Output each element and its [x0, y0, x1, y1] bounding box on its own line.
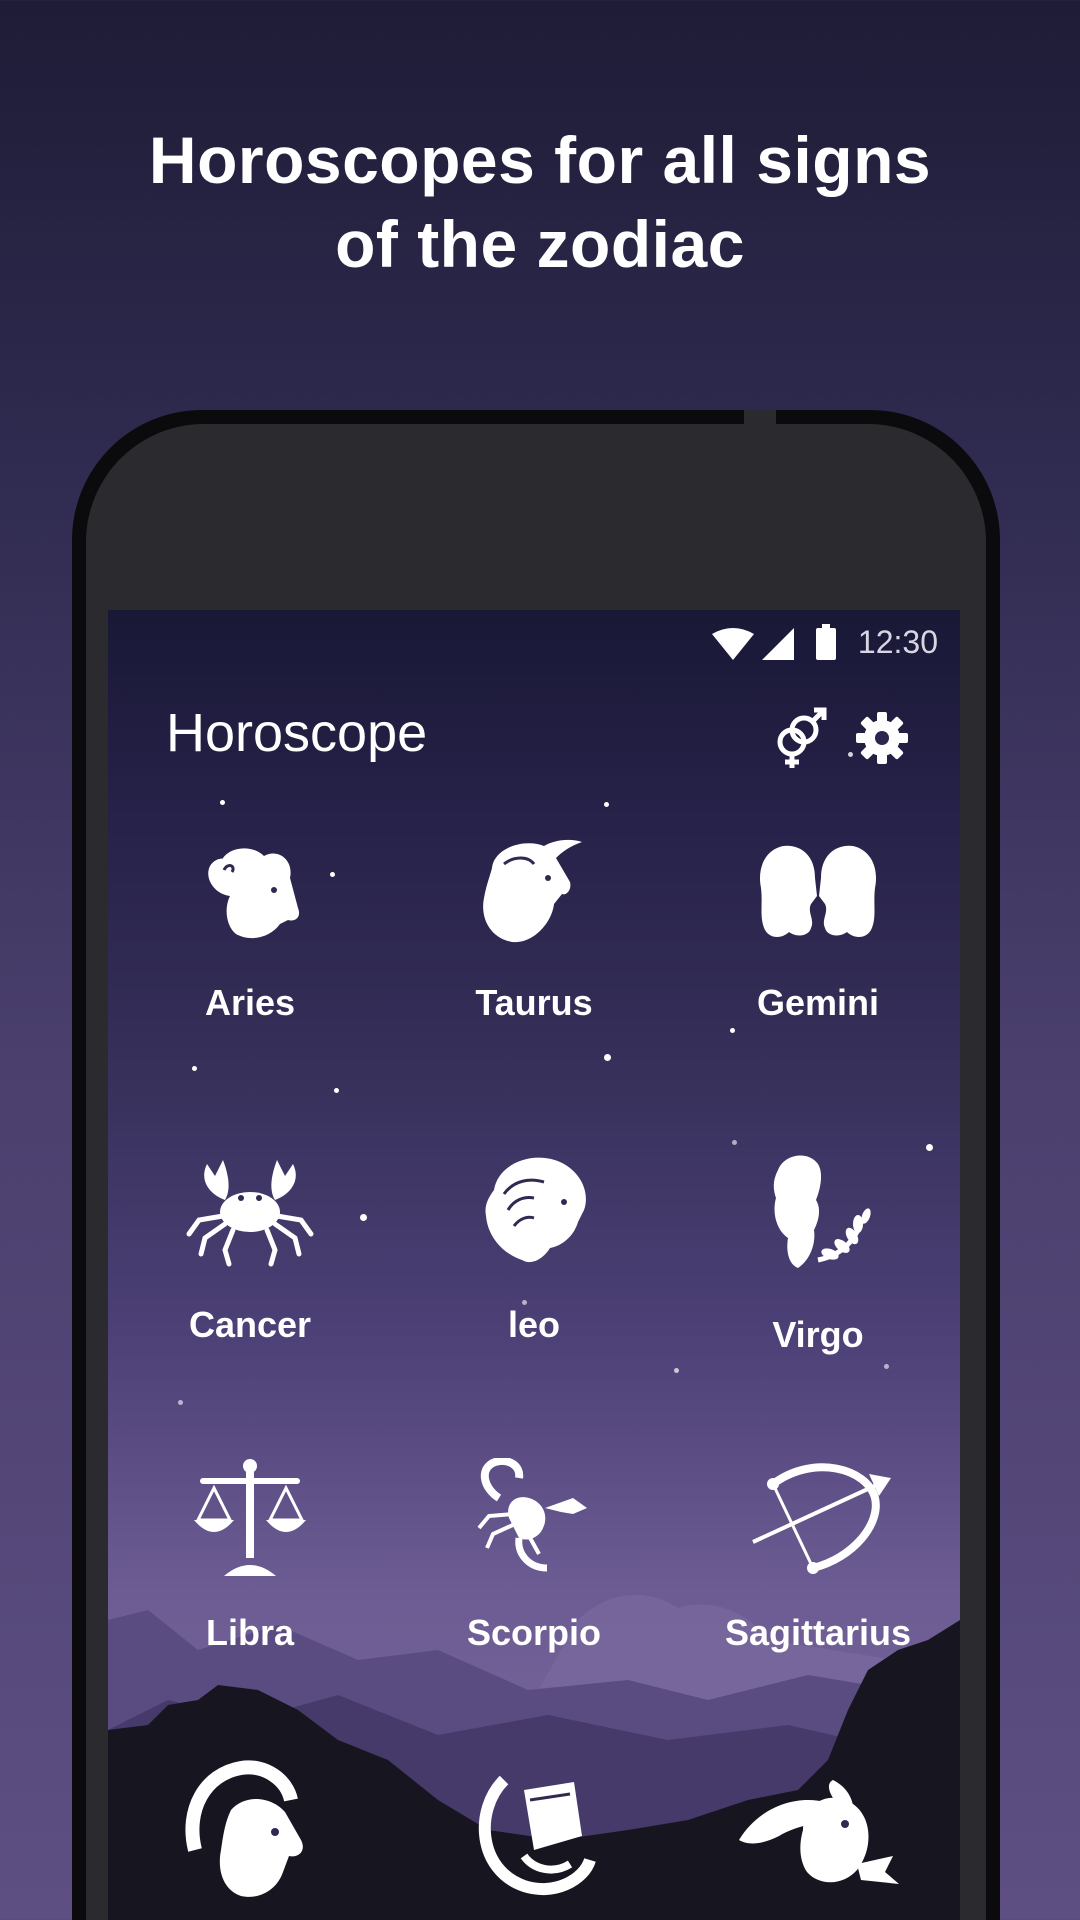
sign-label: leo — [507, 1304, 560, 1345]
star — [604, 802, 609, 807]
star — [178, 1400, 183, 1405]
wifi-icon — [712, 628, 754, 660]
sign-taurus[interactable]: Taurus — [392, 838, 676, 1024]
aries-ram-icon — [208, 848, 300, 939]
status-time: 12:30 — [857, 624, 938, 660]
sign-label: Taurus — [475, 982, 593, 1023]
pisces-fish-icon — [739, 1780, 899, 1884]
status-bar: 12:30 — [108, 610, 960, 670]
star — [732, 1140, 737, 1145]
cancer-crab-icon — [186, 1160, 314, 1267]
taurus-bull-icon — [483, 839, 582, 943]
phone-side-button-left — [72, 580, 86, 588]
star — [334, 1088, 339, 1093]
sign-label: Sagittarius — [724, 1612, 912, 1653]
sign-label: Virgo — [772, 1314, 864, 1355]
star — [604, 1054, 611, 1061]
sign-pisces[interactable] — [676, 1760, 960, 1920]
star — [730, 1028, 735, 1033]
sign-scorpio[interactable]: Scorpio — [392, 1458, 676, 1654]
gender-compatibility-icon — [777, 707, 827, 768]
phone-notch — [744, 410, 776, 424]
sign-leo[interactable]: leo — [392, 1150, 676, 1346]
sign-label: Gemini — [756, 982, 880, 1023]
aquarius-water-icon — [478, 1775, 596, 1896]
settings-button[interactable] — [850, 706, 914, 770]
sign-capricorn[interactable] — [108, 1760, 392, 1920]
sign-aquarius[interactable] — [392, 1760, 676, 1920]
promo-headline-line1: Horoscopes for all signs — [148, 123, 932, 197]
libra-scales-icon — [194, 1459, 306, 1576]
sign-label: Cancer — [188, 1304, 312, 1345]
sign-label: Libra — [205, 1612, 294, 1653]
sign-label: Scorpio — [466, 1612, 601, 1653]
star — [192, 1066, 197, 1071]
battery-icon — [816, 624, 836, 660]
star — [884, 1364, 889, 1369]
sign-sagittarius[interactable]: Sagittarius — [676, 1458, 960, 1654]
sign-libra[interactable]: Libra — [108, 1458, 392, 1654]
capricorn-goat-icon — [185, 1760, 303, 1897]
gear-icon — [856, 712, 908, 764]
leo-lion-icon — [485, 1157, 586, 1263]
sign-virgo[interactable]: Virgo — [676, 1150, 960, 1356]
virgo-maiden-icon — [773, 1155, 871, 1268]
scorpio-scorpion-icon — [477, 1458, 587, 1572]
star — [220, 800, 225, 805]
signal-icon — [762, 628, 794, 660]
app-screen: 12:30 Horoscope Aries Taurus Gemini Canc… — [108, 610, 960, 1920]
sign-aries[interactable]: Aries — [108, 838, 392, 1024]
app-title: Horoscope — [166, 703, 428, 763]
sign-gemini[interactable]: Gemini — [676, 838, 960, 1024]
sign-label: Aries — [204, 982, 296, 1023]
sagittarius-bow-icon — [752, 1463, 891, 1574]
compatibility-button[interactable] — [768, 706, 832, 770]
promo-headline-line2: of the zodiac — [335, 207, 745, 281]
phone-side-button-right — [986, 580, 1000, 588]
gemini-twins-icon — [759, 845, 877, 937]
sign-cancer[interactable]: Cancer — [108, 1150, 392, 1346]
promo-headline: Horoscopes for all signs of the zodiac — [0, 118, 1080, 286]
star — [674, 1368, 679, 1373]
